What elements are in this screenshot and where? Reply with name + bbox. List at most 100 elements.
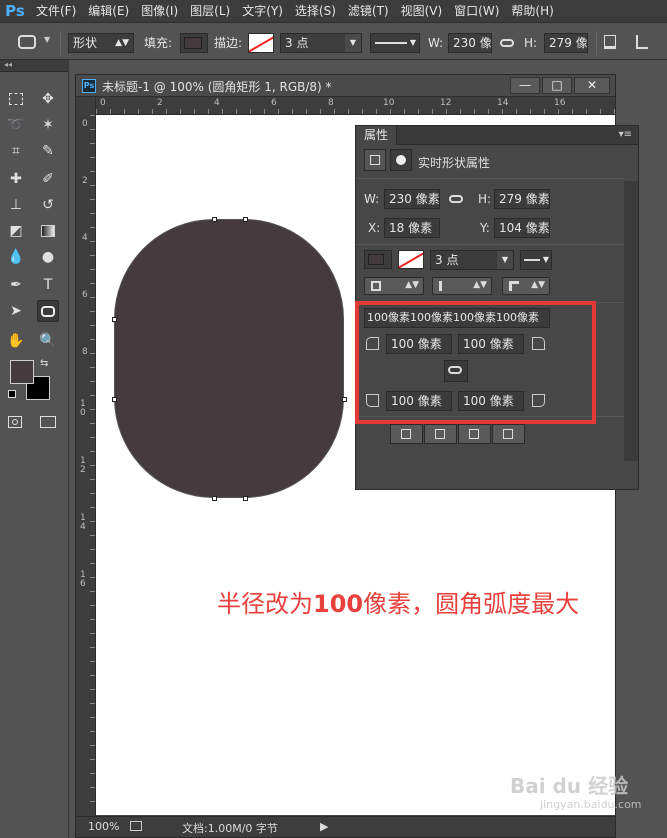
path-operations-icon[interactable] bbox=[604, 35, 616, 49]
link-icon[interactable] bbox=[449, 195, 463, 203]
separator bbox=[60, 31, 61, 55]
zoom-level[interactable]: 100% bbox=[88, 820, 119, 833]
marquee-icon[interactable] bbox=[5, 88, 27, 110]
stroke-corner-select[interactable]: ▲▼ bbox=[502, 277, 550, 295]
anchor-point[interactable] bbox=[243, 217, 248, 222]
menu-help[interactable]: 帮助(H) bbox=[505, 0, 559, 22]
eyedropper-icon[interactable]: ✎ bbox=[37, 140, 59, 162]
tool-preset-dropdown-icon[interactable]: ▼ bbox=[44, 35, 50, 44]
menu-edit[interactable]: 编辑(E) bbox=[82, 0, 135, 22]
anchor-point[interactable] bbox=[112, 397, 117, 402]
default-colors-icon[interactable] bbox=[8, 390, 16, 398]
bounding-box-icon[interactable] bbox=[364, 149, 386, 171]
menu-window[interactable]: 窗口(W) bbox=[448, 0, 505, 22]
properties-scrollbar[interactable] bbox=[624, 181, 638, 461]
menu-file[interactable]: 文件(F) bbox=[30, 0, 82, 22]
ruler-label: 8 bbox=[82, 347, 88, 357]
path-alignment-icon[interactable] bbox=[636, 35, 648, 49]
rounded-rectangle-icon[interactable] bbox=[37, 300, 59, 322]
stroke-swatch[interactable] bbox=[398, 250, 424, 269]
x-field[interactable]: 18 像素 bbox=[384, 218, 440, 238]
status-menu-arrow-icon[interactable]: ▶ bbox=[320, 820, 328, 833]
path-selection-icon[interactable]: ➤ bbox=[5, 300, 27, 322]
fill-swatch[interactable] bbox=[364, 250, 392, 269]
stroke-size-value: 3 点 bbox=[285, 36, 309, 50]
y-field[interactable]: 104 像素 bbox=[494, 218, 550, 238]
menu-image[interactable]: 图像(I) bbox=[135, 0, 184, 22]
minimize-button[interactable]: — bbox=[510, 77, 540, 94]
menu-view[interactable]: 视图(V) bbox=[395, 0, 449, 22]
stroke-type-select[interactable]: ▼ bbox=[370, 33, 420, 53]
stroke-label: 描边: bbox=[214, 36, 243, 50]
subtract-shapes-button[interactable] bbox=[424, 424, 457, 444]
anchor-point[interactable] bbox=[112, 317, 117, 322]
intersect-shapes-button[interactable] bbox=[458, 424, 491, 444]
panel-menu-icon[interactable]: ▾≡ bbox=[619, 129, 632, 140]
crop-icon[interactable]: ⌗ bbox=[5, 140, 27, 162]
mask-icon[interactable] bbox=[390, 149, 412, 171]
rounded-rect-tool-icon[interactable] bbox=[18, 35, 36, 49]
type-icon[interactable]: T bbox=[37, 274, 59, 296]
horizontal-ruler[interactable]: 0 2 4 6 8 10 12 14 16 bbox=[96, 97, 615, 115]
hand-icon[interactable]: ✋ bbox=[5, 330, 27, 352]
clone-stamp-icon[interactable]: ⊥ bbox=[5, 194, 27, 216]
stroke-align-select[interactable]: ▲▼ bbox=[364, 277, 424, 295]
eraser-icon[interactable]: ◩ bbox=[5, 220, 27, 242]
maximize-button[interactable]: □ bbox=[542, 77, 572, 94]
stroke-size-value: 3 点 bbox=[435, 253, 459, 267]
ruler-label: 6 bbox=[271, 98, 277, 108]
stroke-swatch[interactable] bbox=[248, 33, 274, 53]
menu-type[interactable]: 文字(Y) bbox=[236, 0, 289, 22]
blur-icon[interactable]: 💧 bbox=[5, 246, 27, 268]
healing-brush-icon[interactable]: ✚ bbox=[5, 168, 27, 190]
swap-colors-icon[interactable]: ⇆ bbox=[40, 358, 48, 369]
anchor-point[interactable] bbox=[342, 397, 347, 402]
pen-icon[interactable]: ✒ bbox=[5, 274, 27, 296]
stroke-size-field[interactable]: 3 点 ▼ bbox=[280, 33, 362, 53]
width-field[interactable]: 230 像素 bbox=[384, 189, 440, 209]
anchor-point[interactable] bbox=[212, 217, 217, 222]
menu-filter[interactable]: 滤镜(T) bbox=[342, 0, 395, 22]
anchor-point[interactable] bbox=[243, 496, 248, 501]
tools-panel-header[interactable]: ◂◂ bbox=[0, 60, 68, 72]
gradient-icon[interactable] bbox=[37, 220, 59, 242]
move-icon[interactable]: ✥ bbox=[37, 88, 59, 110]
fill-label: 填充: bbox=[144, 36, 173, 50]
menu-layer[interactable]: 图层(L) bbox=[184, 0, 236, 22]
brush-icon[interactable]: ✐ bbox=[37, 168, 59, 190]
chevron-down-icon[interactable]: ▼ bbox=[497, 251, 513, 269]
stroke-size-field[interactable]: 3 点 ▼ bbox=[430, 250, 514, 270]
link-icon[interactable] bbox=[500, 39, 514, 47]
close-button[interactable]: ✕ bbox=[574, 77, 610, 94]
chevron-down-icon[interactable]: ▼ bbox=[345, 34, 361, 52]
zoom-icon[interactable]: 🔍 bbox=[37, 330, 59, 352]
dodge-icon[interactable]: ● bbox=[37, 246, 59, 268]
height-field[interactable]: 279 像素 bbox=[494, 189, 550, 209]
document-title-bar[interactable]: Ps 未标题-1 @ 100% (圆角矩形 1, RGB/8) * — □ ✕ bbox=[76, 75, 615, 97]
mode-select[interactable]: 形状 ▲▼ bbox=[68, 33, 134, 53]
combine-shapes-button[interactable] bbox=[390, 424, 423, 444]
fill-swatch[interactable] bbox=[180, 33, 208, 53]
export-icon[interactable] bbox=[130, 821, 142, 831]
rounded-rectangle-shape[interactable] bbox=[114, 219, 344, 498]
stroke-type-select[interactable]: ▼ bbox=[520, 250, 552, 270]
height-field[interactable]: 279 像 bbox=[544, 33, 588, 53]
chevron-down-icon: ▼ bbox=[409, 38, 416, 47]
ruler-label: 4 bbox=[82, 233, 88, 243]
exclude-shapes-button[interactable] bbox=[492, 424, 525, 444]
foreground-color-swatch[interactable] bbox=[10, 360, 34, 384]
menu-select[interactable]: 选择(S) bbox=[289, 0, 342, 22]
tab-properties[interactable]: 属性 bbox=[356, 126, 398, 145]
lasso-icon[interactable]: ➰ bbox=[5, 114, 27, 136]
history-brush-icon[interactable]: ↺ bbox=[37, 194, 59, 216]
magic-wand-icon[interactable]: ✶ bbox=[37, 114, 59, 136]
stroke-cap-select[interactable]: ▲▼ bbox=[432, 277, 492, 295]
annotation-caption: 半径改为100像素，圆角弧度最大 bbox=[217, 584, 579, 619]
quick-mask-icon[interactable] bbox=[8, 416, 22, 428]
properties-tab-bar: 属性 ▾≡ bbox=[356, 126, 638, 145]
width-field[interactable]: 230 像 bbox=[448, 33, 492, 53]
vertical-ruler[interactable]: 0 2 4 6 8 1 0 1 2 1 4 1 6 bbox=[76, 97, 96, 817]
screen-mode-icon[interactable] bbox=[40, 416, 56, 428]
anchor-point[interactable] bbox=[212, 496, 217, 501]
chevron-down-icon: ▲▼ bbox=[115, 38, 129, 48]
